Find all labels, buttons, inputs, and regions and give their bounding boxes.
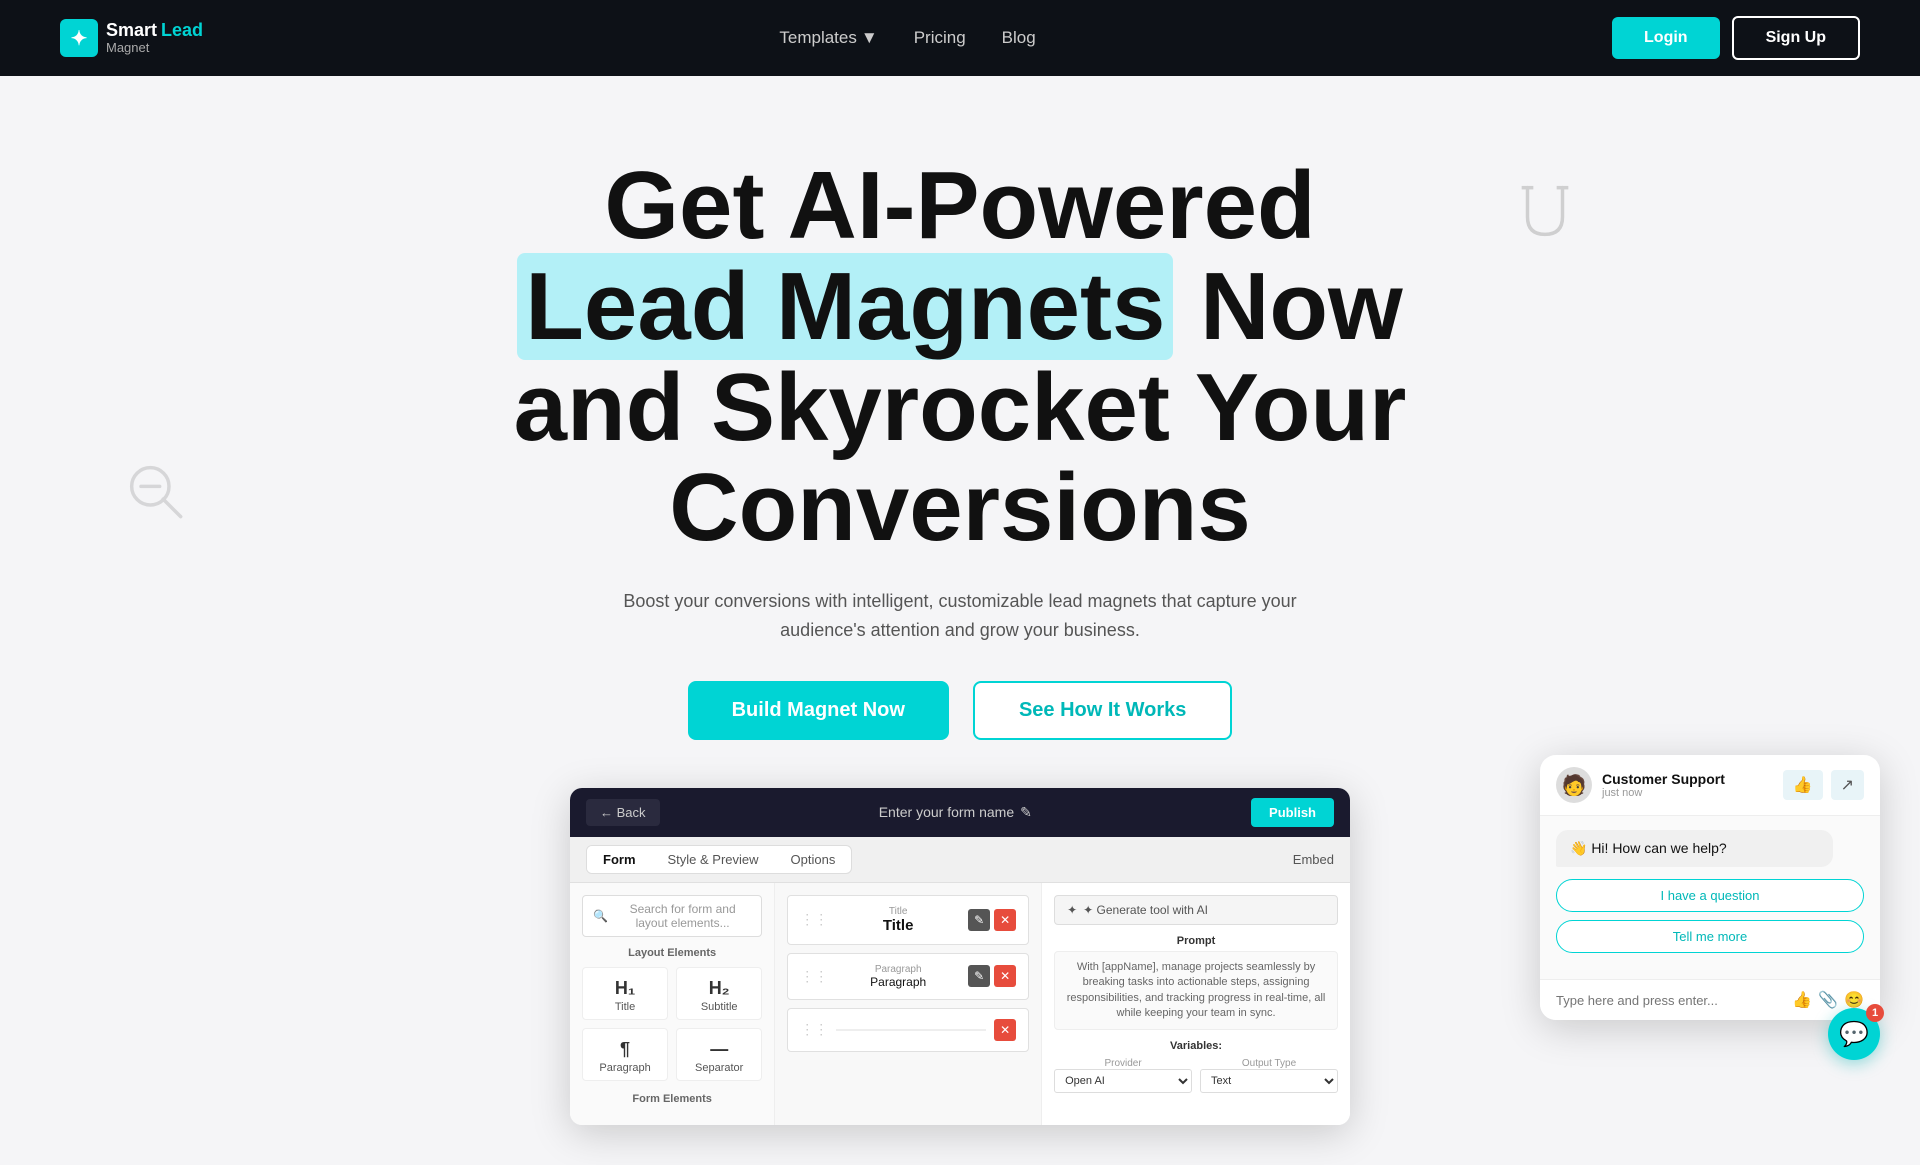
preview-elements-panel: 🔍 Search for form and layout elements...… — [570, 883, 775, 1125]
field-edit-button[interactable]: ✎ — [968, 965, 990, 987]
nav-blog[interactable]: Blog — [1002, 28, 1036, 48]
navbar: ✦ Smart Lead Magnet Templates ▼ Pricing … — [0, 0, 1920, 76]
preview-title-area: Enter your form name ✎ — [672, 804, 1240, 821]
layout-elements-grid: H₁ Title H₂ Subtitle ¶ Paragraph — Separ… — [582, 967, 762, 1081]
chat-bubble-icon: 💬 — [1839, 1020, 1869, 1049]
generate-ai-button[interactable]: ✦ ✦ Generate tool with AI — [1054, 895, 1338, 925]
nav-templates[interactable]: Templates ▼ — [779, 28, 877, 48]
chat-input[interactable] — [1556, 993, 1784, 1008]
variables-row: Provider Open AI Output Type Text — [1054, 1058, 1338, 1093]
logo[interactable]: ✦ Smart Lead Magnet — [60, 19, 203, 57]
chat-share[interactable]: ↗ — [1831, 770, 1864, 800]
preview-publish-button[interactable]: Publish — [1251, 798, 1334, 827]
chat-timestamp: just now — [1602, 787, 1725, 799]
chat-bot-message: 👋 Hi! How can we help? — [1556, 830, 1833, 867]
form-elements-label: Form Elements — [582, 1093, 762, 1105]
quick-reply-question[interactable]: I have a question — [1556, 879, 1864, 912]
preview-ai-panel: ✦ ✦ Generate tool with AI Prompt With [a… — [1042, 883, 1350, 1125]
quick-reply-more[interactable]: Tell me more — [1556, 920, 1864, 953]
drag-handle[interactable]: ⋮⋮ — [800, 1021, 828, 1038]
chat-thumbs-up[interactable]: 👍 — [1783, 770, 1823, 800]
chat-unread-badge: 1 — [1866, 1004, 1884, 1022]
element-title[interactable]: H₁ Title — [582, 967, 668, 1020]
app-preview: ← Back Enter your form name ✎ Publish Fo… — [570, 788, 1350, 1125]
magnet-icon — [1510, 176, 1580, 246]
hero-headline: Get AI-Powered Lead Magnets Now and Skyr… — [60, 156, 1860, 559]
form-field-separator: ⋮⋮ ✕ — [787, 1008, 1029, 1052]
chat-emoji-button[interactable]: 😊 — [1844, 990, 1864, 1010]
tab-options[interactable]: Options — [775, 846, 852, 873]
search-icon — [120, 456, 190, 526]
layout-elements-label: Layout Elements — [582, 947, 762, 959]
tab-form[interactable]: Form — [587, 846, 652, 873]
field-delete-button[interactable]: ✕ — [994, 909, 1016, 931]
preview-tabs: Form Style & Preview Options Embed — [570, 837, 1350, 883]
chat-input-area: 👍 📎 😊 — [1540, 979, 1880, 1020]
hero-subtitle: Boost your conversions with intelligent,… — [580, 587, 1340, 645]
build-magnet-button[interactable]: Build Magnet Now — [688, 681, 949, 740]
nav-links: Templates ▼ Pricing Blog — [779, 28, 1035, 48]
preview-tab-group: Form Style & Preview Options — [586, 845, 852, 874]
preview-topbar: ← Back Enter your form name ✎ Publish — [570, 788, 1350, 837]
form-field-paragraph: ⋮⋮ Paragraph Paragraph ✎ ✕ — [787, 953, 1029, 1000]
drag-handle[interactable]: ⋮⋮ — [800, 911, 828, 928]
nav-pricing[interactable]: Pricing — [914, 28, 966, 48]
drag-handle[interactable]: ⋮⋮ — [800, 968, 828, 985]
preview-form-builder: ⋮⋮ Title Title ✎ ✕ ⋮⋮ Paragraph Para — [775, 883, 1042, 1125]
logo-text: Smart Lead Magnet — [106, 21, 203, 55]
logo-icon: ✦ — [60, 19, 98, 57]
element-subtitle[interactable]: H₂ Subtitle — [676, 967, 762, 1020]
preview-body: 🔍 Search for form and layout elements...… — [570, 883, 1350, 1125]
login-button[interactable]: Login — [1612, 17, 1720, 59]
chat-header: 🧑 Customer Support just now 👍 ↗ — [1540, 755, 1880, 816]
preview-embed-button[interactable]: Embed — [1293, 852, 1334, 867]
ai-icon: ✦ — [1067, 903, 1077, 917]
preview-back-button[interactable]: ← Back — [586, 799, 660, 826]
element-separator[interactable]: — Separator — [676, 1028, 762, 1081]
prompt-label: Prompt — [1054, 935, 1338, 947]
output-type-var: Output Type Text — [1200, 1058, 1338, 1093]
chat-agent-name: Customer Support — [1602, 771, 1725, 787]
chat-widget: 🧑 Customer Support just now 👍 ↗ 👋 Hi! Ho… — [1540, 755, 1880, 1020]
chat-avatar: 🧑 — [1556, 767, 1592, 803]
field-edit-button[interactable]: ✎ — [968, 909, 990, 931]
signup-button[interactable]: Sign Up — [1732, 16, 1860, 60]
preview-search-bar[interactable]: 🔍 Search for form and layout elements... — [582, 895, 762, 937]
chat-messages: 👋 Hi! How can we help? I have a question… — [1540, 816, 1880, 979]
chat-quick-replies: I have a question Tell me more — [1556, 879, 1864, 953]
see-how-it-works-button[interactable]: See How It Works — [973, 681, 1232, 740]
provider-select[interactable]: Open AI — [1054, 1069, 1192, 1093]
field-delete-button[interactable]: ✕ — [994, 965, 1016, 987]
edit-icon[interactable]: ✎ — [1020, 804, 1032, 821]
chat-bubble-button[interactable]: 💬 1 — [1828, 1008, 1880, 1060]
nav-buttons: Login Sign Up — [1612, 16, 1860, 60]
provider-var: Provider Open AI — [1054, 1058, 1192, 1093]
chat-send-button[interactable]: 👍 — [1792, 990, 1812, 1010]
chat-attach-button[interactable]: 📎 — [1818, 990, 1838, 1010]
prompt-text: With [appName], manage projects seamless… — [1054, 951, 1338, 1031]
chevron-down-icon: ▼ — [861, 28, 878, 48]
variables-label: Variables: — [1054, 1040, 1338, 1052]
element-paragraph[interactable]: ¶ Paragraph — [582, 1028, 668, 1081]
search-icon: 🔍 — [593, 909, 608, 923]
form-field-title: ⋮⋮ Title Title ✎ ✕ — [787, 895, 1029, 945]
tab-style-preview[interactable]: Style & Preview — [652, 846, 775, 873]
output-type-select[interactable]: Text — [1200, 1069, 1338, 1093]
hero-cta-buttons: Build Magnet Now See How It Works — [60, 681, 1860, 740]
field-delete-button[interactable]: ✕ — [994, 1019, 1016, 1041]
